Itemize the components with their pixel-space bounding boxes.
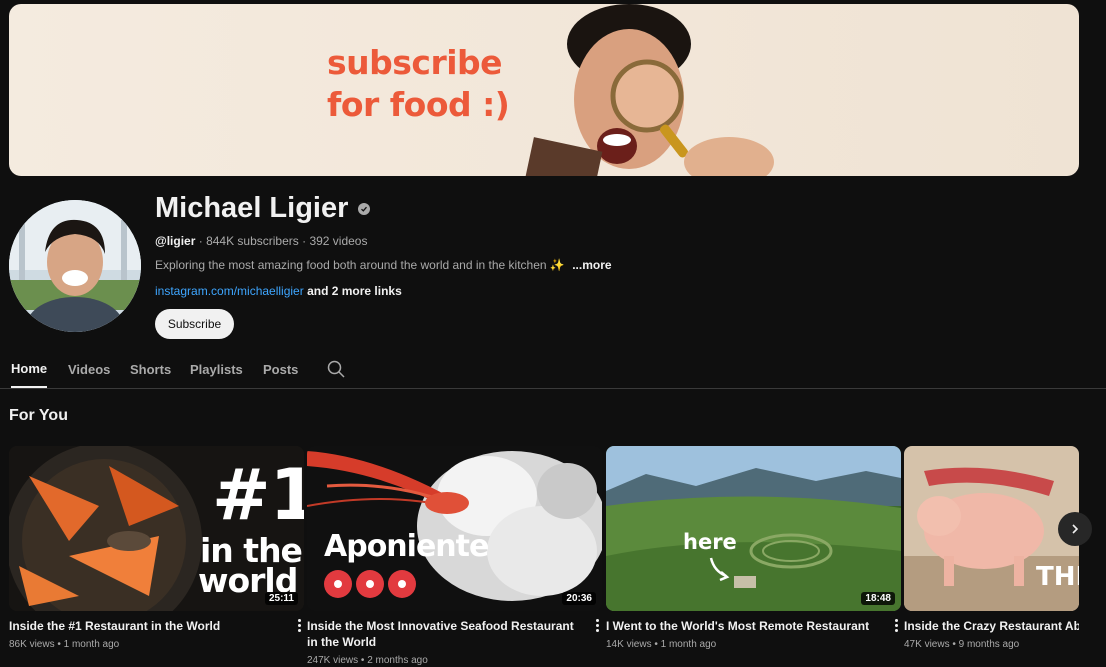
channel-meta: @ligier · 844K subscribers · 392 videos [155, 234, 367, 248]
description-more-link[interactable]: ...more [572, 258, 611, 272]
chevron-right-icon [1072, 524, 1079, 534]
channel-handle: @ligier [155, 234, 196, 248]
video-thumbnail[interactable]: here 18:48 [606, 446, 901, 611]
subscribe-button[interactable]: Subscribe [155, 309, 234, 339]
more-links-button[interactable]: and 2 more links [307, 284, 402, 298]
video-meta: 47K views • 9 months ago [904, 639, 1020, 650]
channel-stats: · 844K subscribers · 392 videos [198, 234, 368, 248]
video-thumbnail[interactable]: #1 in the world 25:11 [9, 446, 304, 611]
thumbnail-image [606, 446, 901, 611]
channel-page: subscribe for food :) Michael Ligier @li… [0, 0, 1106, 667]
more-options-icon[interactable] [296, 618, 302, 634]
channel-avatar[interactable] [9, 200, 141, 332]
video-meta: 14K views • 1 month ago [606, 639, 717, 650]
video-title[interactable]: I Went to the World's Most Remote Restau… [606, 618, 876, 634]
michelin-stars-icon [324, 570, 416, 598]
banner-person-image [525, 4, 774, 176]
banner-line-1: subscribe [327, 43, 503, 82]
video-meta: 247K views • 2 months ago [307, 655, 428, 666]
channel-name-text: Michael Ligier [155, 192, 349, 224]
thumbnail-title-1: #1 [212, 454, 304, 536]
banner-line-2: for food :) [327, 85, 510, 124]
description-text: Exploring the most amazing food both aro… [155, 258, 565, 272]
video-duration: 25:11 [264, 592, 298, 605]
channel-links: instagram.com/michaelligier and 2 more l… [155, 284, 402, 298]
tab-shorts[interactable]: Shorts [130, 350, 171, 388]
section-title: For You [9, 407, 68, 424]
next-arrow-button[interactable] [1058, 512, 1092, 546]
video-card[interactable]: here 18:48 I Went to the World's Most Re… [606, 446, 901, 650]
channel-description[interactable]: Exploring the most amazing food both aro… [155, 258, 612, 272]
instagram-link[interactable]: instagram.com/michaelligier [155, 284, 304, 298]
search-icon[interactable] [327, 360, 345, 378]
video-meta: 86K views • 1 month ago [9, 639, 120, 650]
video-card[interactable]: Aponiente 20:36 Inside the Most Innovati… [307, 446, 602, 666]
video-thumbnail[interactable]: Aponiente 20:36 [307, 446, 602, 611]
tab-posts[interactable]: Posts [263, 350, 298, 388]
video-thumbnail[interactable]: THI [904, 446, 1079, 611]
video-card[interactable]: THI Inside the Crazy Restaurant Above 47… [904, 446, 1079, 650]
video-duration: 20:36 [562, 592, 596, 605]
video-title[interactable]: Inside the #1 Restaurant in the World [9, 618, 279, 634]
tab-home[interactable]: Home [11, 350, 48, 388]
avatar-image [9, 200, 141, 332]
video-title[interactable]: Inside the Most Innovative Seafood Resta… [307, 618, 577, 650]
more-options-icon[interactable] [594, 618, 600, 634]
more-options-icon[interactable] [893, 618, 899, 634]
channel-tabs: Home Videos Shorts Playlists Posts [0, 350, 1106, 389]
video-title[interactable]: Inside the Crazy Restaurant Above [904, 618, 1079, 634]
banner-text: subscribe for food :) [327, 42, 510, 126]
tab-playlists[interactable]: Playlists [190, 350, 243, 388]
video-duration: 18:48 [861, 592, 895, 605]
thumbnail-title: Aponiente [324, 529, 489, 564]
channel-name: Michael Ligier [155, 192, 371, 225]
video-card[interactable]: #1 in the world 25:11 Inside the #1 Rest… [9, 446, 304, 650]
verified-icon [358, 202, 371, 215]
channel-banner: subscribe for food :) [9, 4, 1079, 176]
thumbnail-title: THI [1036, 562, 1079, 592]
thumbnail-title: here [683, 530, 737, 554]
tab-videos[interactable]: Videos [68, 350, 110, 388]
